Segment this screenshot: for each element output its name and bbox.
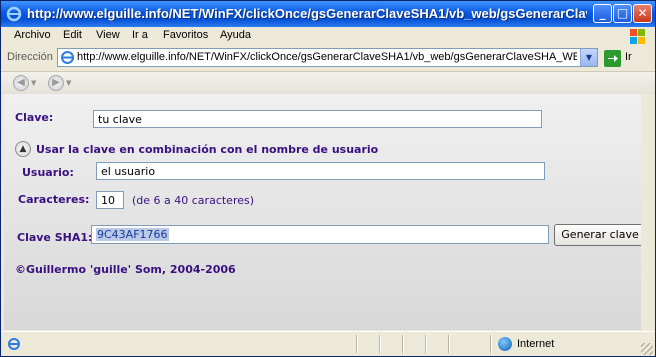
menu-edit[interactable]: Edit (63, 29, 82, 41)
status-separator (379, 335, 381, 353)
forward-dropdown-icon[interactable]: ▼ (66, 79, 71, 87)
minimize-button[interactable]: _ (593, 4, 612, 23)
page-status-icon (8, 338, 20, 350)
page-icon (61, 51, 74, 64)
internet-zone-globe-icon (498, 337, 512, 351)
status-separator (490, 335, 492, 353)
menu-ir-a[interactable]: Ir a (132, 29, 148, 41)
address-url[interactable]: http://www.elguille.info/NET/WinFX/click… (77, 51, 577, 63)
caracteres-hint: (de 6 a 40 caracteres) (132, 194, 255, 207)
expander-chevron-up-icon[interactable]: ▲ (15, 141, 31, 157)
resize-grip[interactable] (641, 343, 653, 355)
back-arrow-icon[interactable]: ◀ (13, 75, 29, 91)
forward-arrow-icon[interactable]: ▶ (48, 75, 64, 91)
back-dropdown-icon[interactable]: ▼ (31, 79, 36, 87)
sha1-value: 9C43AF1766 (96, 228, 169, 241)
address-dropdown-icon[interactable]: ▼ (580, 49, 597, 66)
maximize-button[interactable]: □ (613, 4, 632, 23)
status-separator (402, 335, 404, 353)
sha1-output[interactable]: 9C43AF1766 (91, 225, 549, 244)
status-separator (425, 335, 427, 353)
title-bar: http://www.elguille.info/NET/WinFX/click… (1, 1, 655, 27)
close-button[interactable]: ✕ (633, 4, 652, 23)
caracteres-label: Caracteres: (18, 193, 90, 206)
clave-input[interactable]: tu clave (93, 110, 542, 128)
sha1-label: Clave SHA1: (17, 231, 93, 244)
address-label: Dirección (7, 51, 53, 63)
generate-key-button[interactable]: Generar clave (554, 224, 641, 246)
go-button[interactable]: Ir (625, 51, 632, 63)
menu-view[interactable]: View (96, 29, 120, 41)
clave-label: Clave: (15, 111, 54, 124)
menu-archivo[interactable]: Archivo (14, 29, 51, 41)
address-bar: Dirección http://www.elguille.info/NET/W… (1, 46, 655, 72)
expander-header[interactable]: Usar la clave en combinación con el nomb… (36, 143, 378, 156)
status-separator (448, 335, 450, 353)
browser-window: http://www.elguille.info/NET/WinFX/click… (0, 0, 656, 357)
internet-explorer-icon (6, 6, 22, 22)
usuario-label: Usuario: (22, 166, 74, 179)
status-bar: Internet (1, 331, 655, 356)
status-separator (356, 335, 358, 353)
menu-favoritos[interactable]: Favoritos (163, 29, 208, 41)
page-content: Clave: tu clave ▲ Usar la clave en combi… (4, 94, 641, 330)
go-arrow-icon[interactable] (604, 50, 621, 67)
menu-bar: Archivo Edit View Ir a Favoritos Ayuda (1, 27, 655, 47)
window-title: http://www.elguille.info/NET/WinFX/click… (27, 6, 587, 21)
caracteres-input[interactable]: 10 (96, 191, 124, 209)
usuario-input[interactable]: el usuario (96, 162, 545, 180)
vertical-scrollbar-area (641, 94, 655, 330)
windows-logo-icon (630, 29, 645, 44)
copyright-text: ©Guillermo 'guille' Som, 2004-2006 (15, 263, 236, 276)
menu-ayuda[interactable]: Ayuda (220, 29, 251, 41)
address-input[interactable]: http://www.elguille.info/NET/WinFX/click… (57, 48, 598, 67)
security-zone-label: Internet (517, 338, 555, 350)
navigation-bar: ◀ ▼ ▶ ▼ (1, 72, 655, 94)
